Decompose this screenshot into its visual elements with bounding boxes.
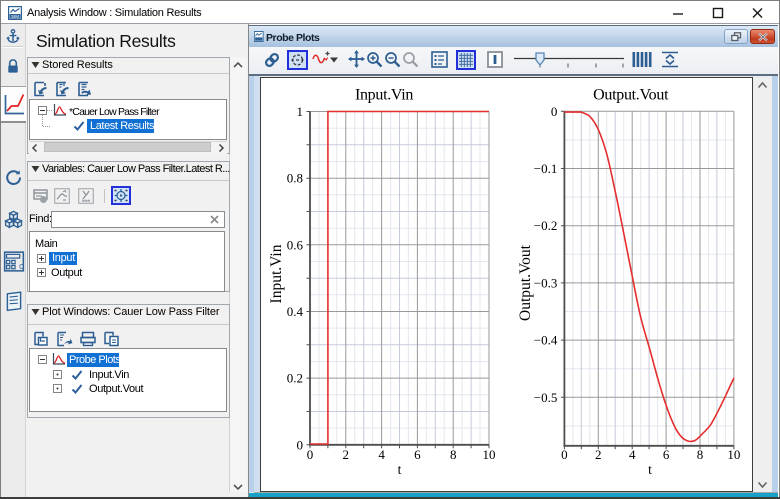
svg-text:8: 8 — [697, 447, 704, 462]
svg-text:6: 6 — [414, 447, 421, 462]
svg-text:Output.Vout: Output.Vout — [517, 244, 534, 321]
svg-text:0: 0 — [551, 104, 558, 119]
svg-text:0.4: 0.4 — [287, 304, 304, 319]
svg-text:1: 1 — [297, 104, 304, 119]
svg-text:Input.Vin: Input.Vin — [355, 87, 413, 104]
svg-text:4: 4 — [378, 447, 385, 462]
svg-text:t: t — [648, 462, 652, 477]
svg-text:Output.Vout: Output.Vout — [593, 87, 669, 104]
svg-text:−0.5: −0.5 — [534, 390, 558, 405]
svg-text:0: 0 — [297, 437, 304, 452]
svg-text:2: 2 — [595, 447, 602, 462]
svg-text:−0.1: −0.1 — [534, 161, 558, 176]
svg-text:0: 0 — [307, 447, 314, 462]
svg-text:0.6: 0.6 — [287, 237, 304, 252]
svg-text:C: C — [19, 263, 24, 271]
svg-text:0.2: 0.2 — [287, 371, 303, 386]
svg-text:Input.Vin: Input.Vin — [268, 244, 285, 303]
svg-text:6: 6 — [663, 447, 670, 462]
svg-text:−0.3: −0.3 — [534, 275, 558, 290]
svg-text:8: 8 — [450, 447, 457, 462]
svg-text:10: 10 — [727, 447, 740, 462]
svg-text:0: 0 — [561, 447, 568, 462]
svg-text:10: 10 — [483, 447, 496, 462]
svg-text:−0.2: −0.2 — [534, 218, 558, 233]
svg-text:−0.4: −0.4 — [534, 333, 558, 348]
svg-text:4: 4 — [629, 447, 636, 462]
svg-text:SIM: SIM — [11, 14, 19, 19]
svg-text:t: t — [398, 462, 402, 477]
svg-text:2: 2 — [343, 447, 350, 462]
svg-text:0.8: 0.8 — [287, 171, 303, 186]
